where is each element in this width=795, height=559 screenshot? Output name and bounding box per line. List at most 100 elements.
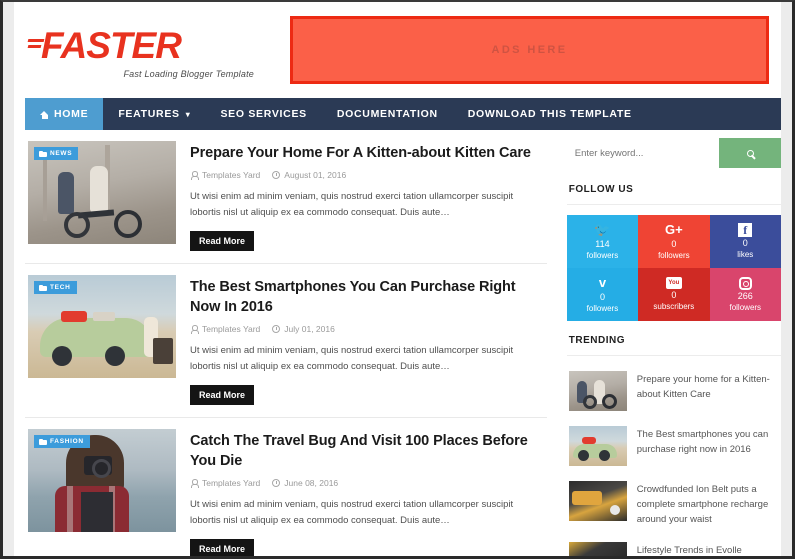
social-tile-youtube[interactable]: You 0 subscribers	[638, 268, 710, 321]
post-title[interactable]: Prepare Your Home For A Kitten-about Kit…	[190, 143, 545, 163]
nav-item-label: DOCUMENTATION	[336, 108, 438, 120]
post-meta: Templates Yard July 01, 2016	[190, 324, 545, 334]
post-thumbnail[interactable]: FASHION	[28, 429, 176, 532]
nav-item-documentation[interactable]: DOCUMENTATION	[322, 98, 453, 130]
nav-item-label: DOWNLOAD THIS TEMPLATE	[467, 108, 632, 120]
site-tagline: Fast Loading Blogger Template	[123, 68, 254, 79]
social-label: subscribers	[653, 302, 695, 311]
widget-title: FOLLOW US	[566, 174, 781, 205]
trending-item[interactable]: Prepare your home for a Kitten-about Kit…	[567, 364, 781, 419]
folder-icon	[39, 438, 47, 445]
category-badge-label: TECH	[50, 284, 71, 291]
follow-us-widget: FOLLOW US 🐦 114 followers G+ 0 followers…	[566, 174, 781, 321]
post-item: TECH The Best Smartphones You Can Purcha…	[25, 264, 547, 418]
social-label: followers	[586, 303, 619, 313]
post-item: FASHION Catch The Travel Bug And Visit 1…	[25, 418, 547, 556]
post-date-text: July 01, 2016	[284, 324, 335, 334]
chevron-down-icon: ▾	[185, 109, 191, 119]
nav-item-label: FEATURES	[118, 108, 180, 120]
folder-icon	[39, 150, 47, 157]
post-thumbnail[interactable]: NEWS	[28, 141, 176, 244]
social-count: 0	[671, 290, 677, 300]
post-excerpt: Ut wisi enim ad minim veniam, quis nostr…	[190, 345, 514, 372]
post-date: August 01, 2016	[272, 170, 346, 180]
trending-item-title: Crowdfunded Ion Belt puts a complete sma…	[636, 484, 769, 525]
nav-item-home[interactable]: HOME	[25, 98, 104, 130]
social-label: likes	[737, 250, 754, 259]
instagram-icon	[738, 276, 752, 290]
category-badge[interactable]: FASHION	[34, 435, 90, 448]
post-meta: Templates Yard June 08, 2016	[190, 478, 545, 488]
social-label: followers	[729, 302, 762, 312]
social-count: 114	[595, 238, 610, 249]
social-tile-instagram[interactable]: 266 followers	[709, 268, 781, 321]
search-input[interactable]	[566, 138, 719, 168]
read-more-button[interactable]: Read More	[190, 385, 255, 405]
post-title[interactable]: Catch The Travel Bug And Visit 100 Place…	[190, 431, 545, 471]
folder-icon	[39, 284, 47, 291]
social-grid: 🐦 114 followers G+ 0 followers f 0 likes	[566, 215, 781, 321]
category-badge-label: FASHION	[50, 438, 84, 445]
post-body: The Best Smartphones You Can Purchase Ri…	[190, 275, 545, 405]
read-more-button[interactable]: Read More	[190, 231, 255, 251]
post-date-text: June 08, 2016	[284, 478, 339, 488]
post-author: Templates Yard	[190, 170, 260, 180]
social-tile-vimeo[interactable]: v 0 followers	[566, 268, 639, 321]
nav-item-label: HOME	[54, 108, 89, 120]
widget-title: TRENDING	[566, 325, 781, 356]
search-widget	[566, 138, 781, 168]
post-thumbnail[interactable]: TECH	[28, 275, 176, 378]
clock-icon	[272, 325, 281, 333]
social-label: followers	[586, 250, 619, 260]
post-title[interactable]: The Best Smartphones You Can Purchase Ri…	[190, 277, 545, 317]
social-label: followers	[658, 250, 690, 260]
logo[interactable]: FASTER	[27, 24, 276, 66]
post-meta: Templates Yard August 01, 2016	[190, 170, 545, 180]
category-badge[interactable]: NEWS	[34, 147, 79, 160]
post-date: June 08, 2016	[272, 478, 338, 488]
trending-item-title: The Best smartphones you can purchase ri…	[636, 429, 769, 455]
nav-item-label: SEO SERVICES	[220, 108, 307, 120]
post-author-name: Templates Yard	[202, 478, 261, 488]
nav-item-features[interactable]: FEATURES ▾	[103, 98, 205, 130]
social-tile-googleplus[interactable]: G+ 0 followers	[638, 215, 710, 268]
speed-lines-icon	[27, 29, 45, 63]
trending-item[interactable]: Crowdfunded Ion Belt puts a complete sma…	[567, 474, 781, 535]
user-icon	[190, 171, 200, 180]
social-count: 266	[737, 290, 753, 301]
trending-list: Prepare your home for a Kitten-about Kit…	[567, 356, 781, 556]
logo-text: FASTER	[41, 24, 182, 66]
facebook-icon: f	[738, 223, 753, 237]
post-author: Templates Yard	[190, 324, 260, 334]
trending-item[interactable]: The Best smartphones you can purchase ri…	[567, 419, 781, 474]
category-badge[interactable]: TECH	[34, 281, 77, 294]
trending-item-title: Lifestyle Trends in Evolle	[636, 545, 742, 556]
trending-thumbnail	[568, 481, 627, 521]
post-body: Catch The Travel Bug And Visit 100 Place…	[190, 429, 545, 556]
social-tile-facebook[interactable]: f 0 likes	[709, 215, 781, 268]
post-date: July 01, 2016	[272, 324, 335, 334]
nav-item-seo-services[interactable]: SEO SERVICES	[205, 98, 321, 130]
trending-item-title: Prepare your home for a Kitten-about Kit…	[636, 374, 770, 400]
nav-item-download-template[interactable]: DOWNLOAD THIS TEMPLATE	[453, 98, 647, 130]
page-container: FASTER Fast Loading Blogger Template ADS…	[14, 2, 781, 556]
twitter-icon: 🐦	[594, 221, 611, 237]
post-author-name: Templates Yard	[202, 324, 261, 334]
youtube-icon: You	[665, 277, 682, 289]
post-list: NEWS Prepare Your Home For A Kitten-abou…	[25, 130, 559, 556]
home-icon	[40, 110, 49, 119]
social-tile-twitter[interactable]: 🐦 114 followers	[566, 215, 639, 268]
social-count: 0	[671, 238, 677, 249]
trending-widget: TRENDING Prepare your home for a Kitten-…	[566, 325, 781, 556]
post-excerpt: Ut wisi enim ad minim veniam, quis nostr…	[190, 191, 514, 218]
ad-banner-label: ADS HERE	[491, 44, 568, 56]
ad-banner[interactable]: ADS HERE	[290, 16, 769, 84]
post-author-name: Templates Yard	[202, 170, 261, 180]
brand-block[interactable]: FASTER Fast Loading Blogger Template	[27, 22, 276, 79]
user-icon	[190, 479, 200, 488]
trending-item[interactable]: Lifestyle Trends in Evolle	[567, 535, 781, 556]
post-item: NEWS Prepare Your Home For A Kitten-abou…	[25, 130, 547, 264]
read-more-button[interactable]: Read More	[190, 539, 255, 556]
category-badge-label: NEWS	[50, 150, 73, 157]
search-button[interactable]	[719, 138, 781, 168]
